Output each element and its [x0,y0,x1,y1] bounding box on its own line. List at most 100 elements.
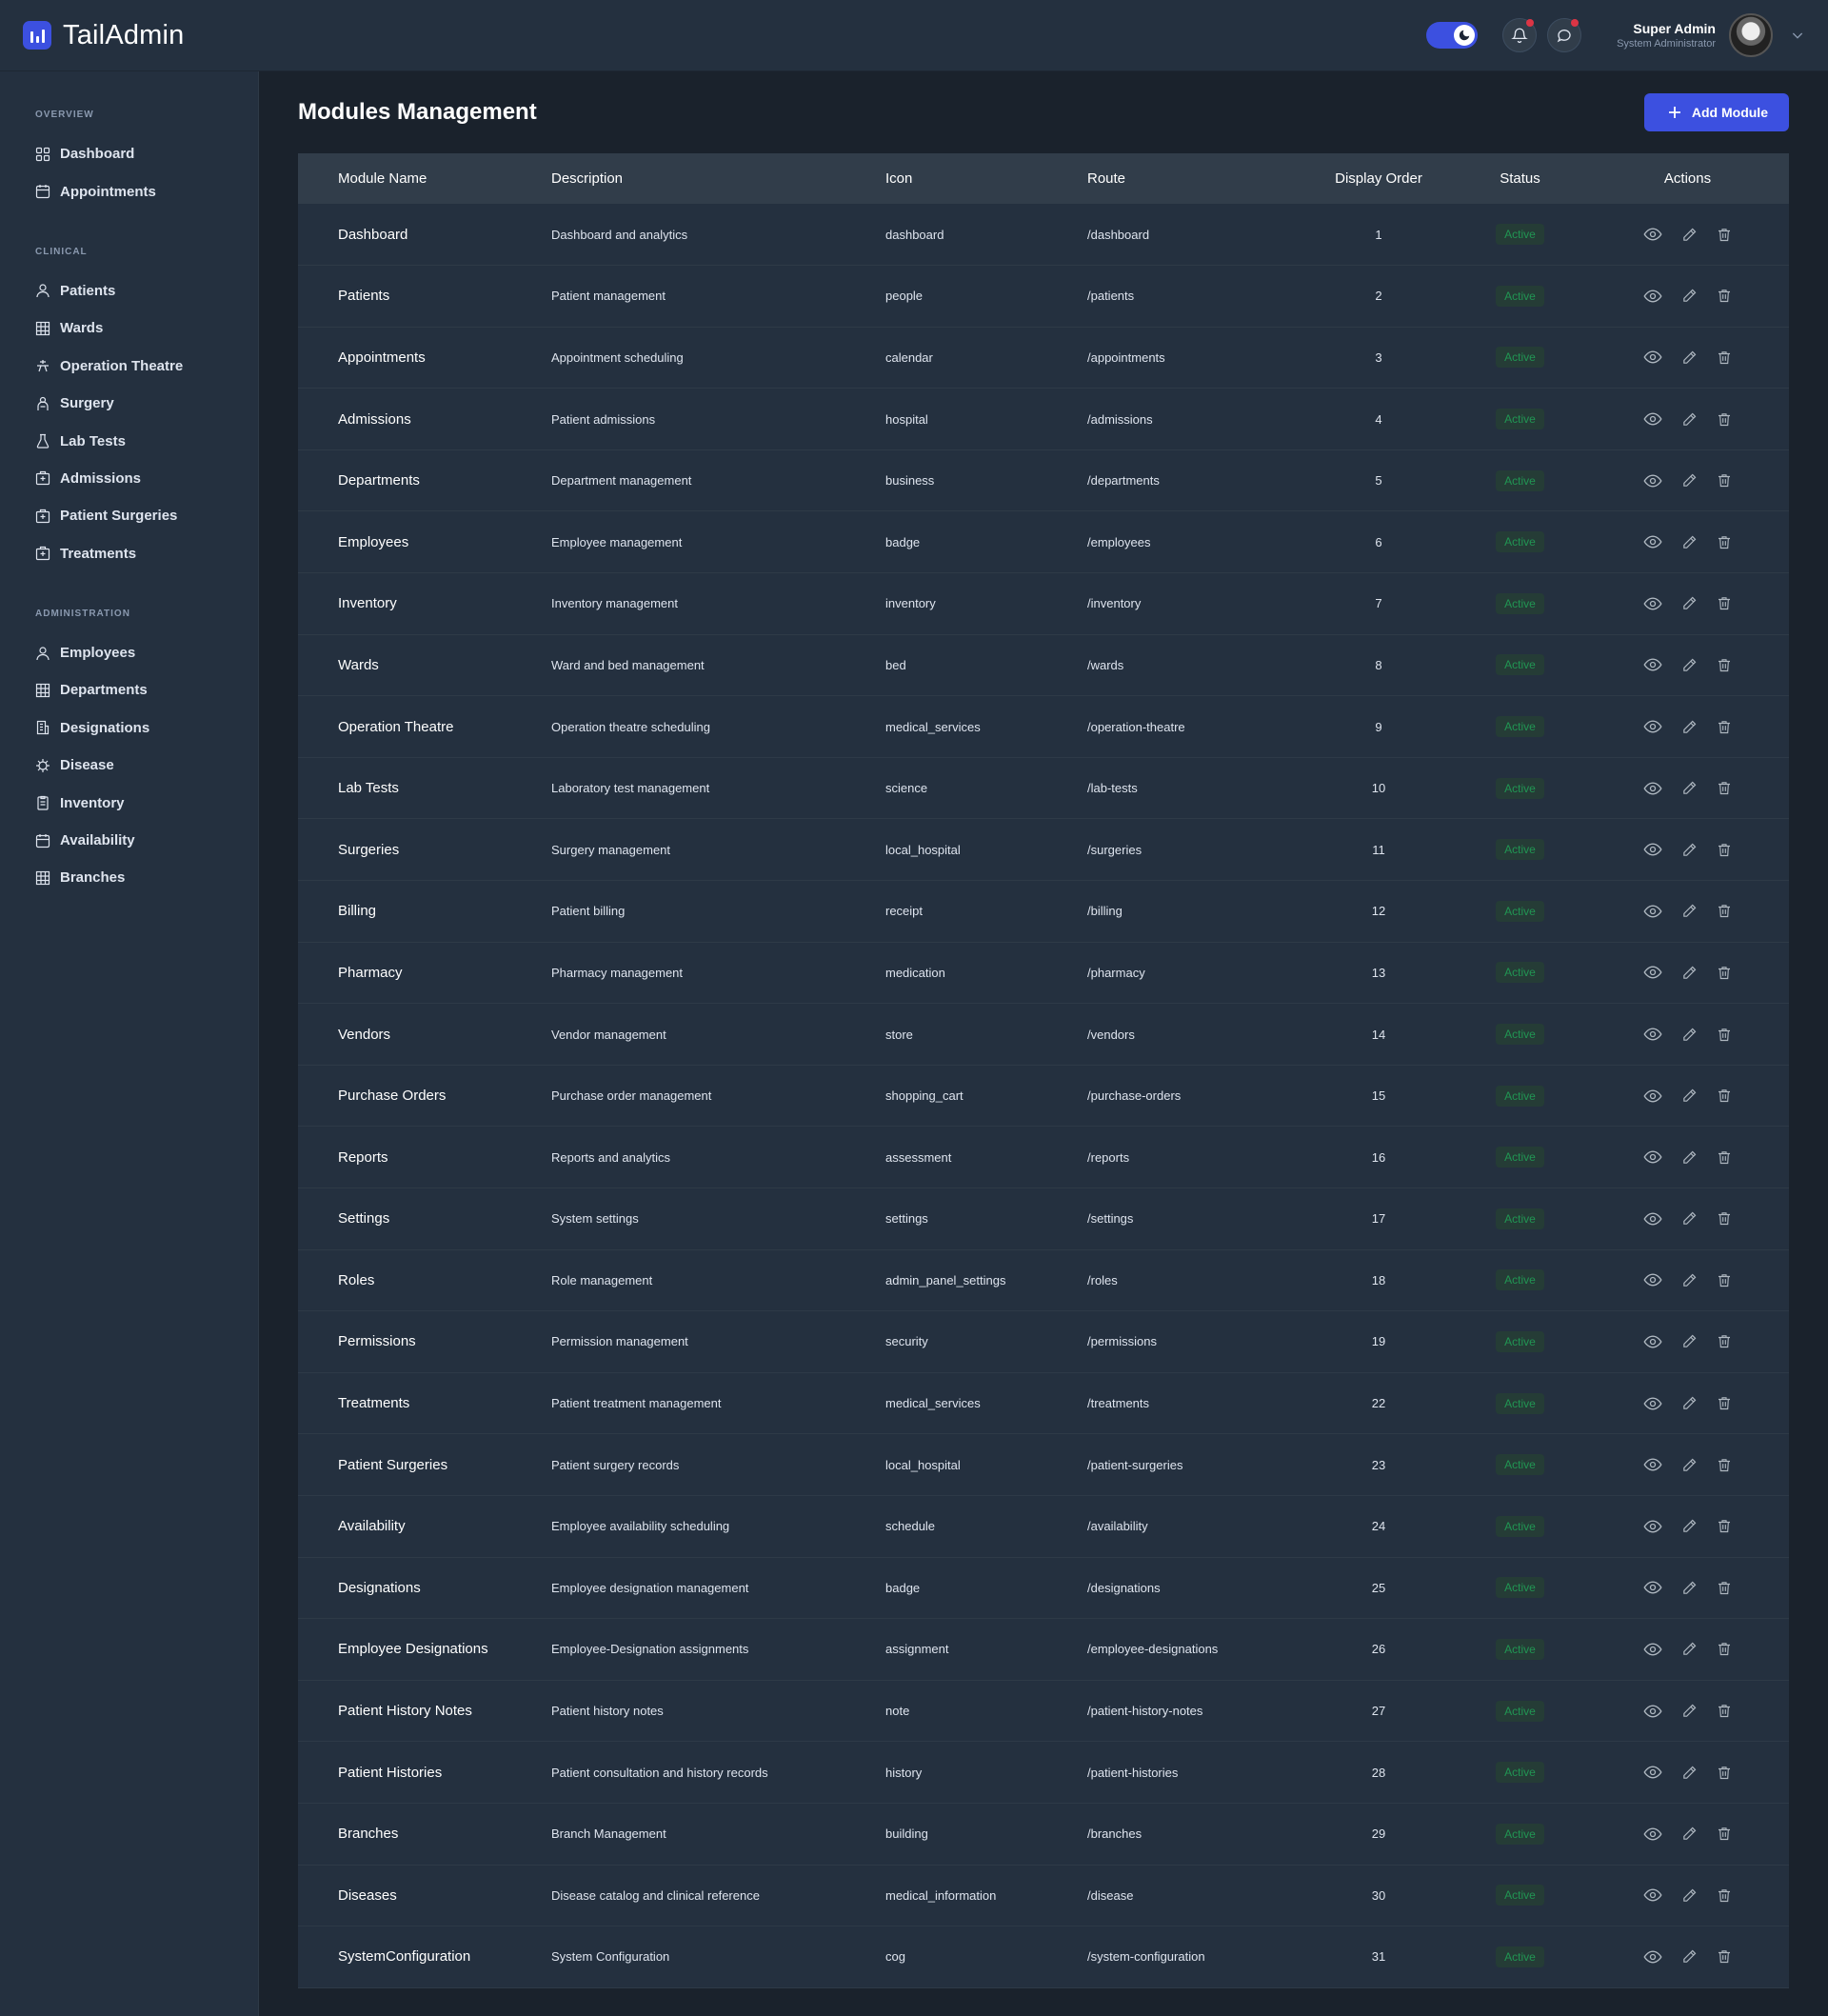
sidebar-item-availability[interactable]: Availability [0,822,258,859]
delete-icon[interactable] [1717,657,1732,673]
edit-icon[interactable] [1681,842,1698,858]
sidebar-item-branches[interactable]: Branches [0,859,258,896]
sidebar-item-employees[interactable]: Employees [0,634,258,671]
delete-icon[interactable] [1717,1333,1732,1349]
table-row[interactable]: Branches Branch Management building/branch… [298,1803,1789,1866]
edit-icon[interactable] [1681,1210,1698,1227]
table-row[interactable]: Appointments Appointment scheduling calend… [298,327,1789,389]
table-row[interactable]: Employee Designations Employee-Designatio… [298,1618,1789,1681]
view-icon[interactable] [1643,532,1662,551]
view-icon[interactable] [1643,1455,1662,1474]
sidebar-item-inventory[interactable]: Inventory [0,784,258,821]
table-row[interactable]: Pharmacy Pharmacy management medication/ph… [298,942,1789,1005]
view-icon[interactable] [1643,963,1662,982]
table-row[interactable]: Designations Employee designation managem… [298,1557,1789,1620]
edit-icon[interactable] [1681,227,1698,243]
delete-icon[interactable] [1717,903,1732,919]
edit-icon[interactable] [1681,1948,1698,1965]
chevron-down-icon[interactable] [1790,28,1805,43]
column-header-module-name[interactable]: Module Name [298,153,551,204]
sidebar-item-admissions[interactable]: Admissions [0,460,258,497]
logo[interactable]: TailAdmin [23,20,185,51]
view-icon[interactable] [1643,409,1662,429]
column-header-icon[interactable]: Icon [885,153,1087,204]
view-icon[interactable] [1643,225,1662,244]
table-row[interactable]: Reports Reports and analytics assessment/r… [298,1126,1789,1188]
table-row[interactable]: Wards Ward and bed management bed/wards 8 Ac… [298,634,1789,697]
edit-icon[interactable] [1681,1887,1698,1904]
edit-icon[interactable] [1681,534,1698,550]
edit-icon[interactable] [1681,657,1698,673]
delete-icon[interactable] [1717,1765,1732,1781]
delete-icon[interactable] [1717,1088,1732,1104]
add-module-button[interactable]: Add Module [1643,93,1789,131]
view-icon[interactable] [1643,655,1662,674]
edit-icon[interactable] [1681,1765,1698,1781]
sidebar-item-designations[interactable]: Designations [0,709,258,747]
table-row[interactable]: Permissions Permission management security… [298,1310,1789,1373]
edit-icon[interactable] [1681,1088,1698,1104]
table-row[interactable]: Patient Histories Patient consultation an… [298,1741,1789,1804]
edit-icon[interactable] [1681,288,1698,304]
view-icon[interactable] [1643,1825,1662,1844]
table-row[interactable]: Admissions Patient admissions hospital/adm… [298,388,1789,450]
view-icon[interactable] [1643,1947,1662,1966]
sidebar-item-patients[interactable]: Patients [0,272,258,309]
delete-icon[interactable] [1717,1149,1732,1166]
table-row[interactable]: Diseases Disease catalog and clinical ref… [298,1865,1789,1927]
table-row[interactable]: Patients Patient management people/patient… [298,265,1789,328]
view-icon[interactable] [1643,594,1662,613]
table-row[interactable]: Surgeries Surgery management local_hospita… [298,818,1789,882]
table-row[interactable]: Lab Tests Laboratory test management scien… [298,757,1789,820]
table-row[interactable]: Treatments Patient treatment management me… [298,1372,1789,1435]
sidebar-item-lab-tests[interactable]: Lab Tests [0,422,258,459]
delete-icon[interactable] [1717,1826,1732,1842]
edit-icon[interactable] [1681,719,1698,735]
view-icon[interactable] [1643,1578,1662,1597]
delete-icon[interactable] [1717,472,1732,489]
edit-icon[interactable] [1681,1641,1698,1657]
delete-icon[interactable] [1717,1272,1732,1288]
table-row[interactable]: Vendors Vendor management store/vendors 14 A… [298,1003,1789,1066]
column-header-description[interactable]: Description [551,153,885,204]
table-row[interactable]: Dashboard Dashboard and analytics dashboar… [298,204,1789,267]
user-menu[interactable]: Super Admin System Administrator [1617,13,1805,57]
view-icon[interactable] [1643,1886,1662,1905]
delete-icon[interactable] [1717,349,1732,366]
table-row[interactable]: SystemConfiguration System Configuration c… [298,1926,1789,1988]
view-icon[interactable] [1643,902,1662,921]
view-icon[interactable] [1643,1270,1662,1289]
edit-icon[interactable] [1681,349,1698,366]
edit-icon[interactable] [1681,1027,1698,1043]
sidebar-item-departments[interactable]: Departments [0,671,258,709]
notification-button[interactable] [1502,18,1538,52]
edit-icon[interactable] [1681,411,1698,428]
view-icon[interactable] [1643,1025,1662,1044]
sidebar-item-appointments[interactable]: Appointments [0,172,258,210]
table-row[interactable]: Employees Employee management badge/employ… [298,510,1789,574]
delete-icon[interactable] [1717,842,1732,858]
sidebar-item-surgery[interactable]: Surgery [0,385,258,422]
edit-icon[interactable] [1681,1826,1698,1842]
delete-icon[interactable] [1717,1887,1732,1904]
delete-icon[interactable] [1717,1210,1732,1227]
table-row[interactable]: Inventory Inventory management inventory/i… [298,572,1789,635]
dark-mode-toggle[interactable] [1426,22,1479,49]
delete-icon[interactable] [1717,288,1732,304]
view-icon[interactable] [1643,287,1662,306]
column-header-route[interactable]: Route [1087,153,1303,204]
sidebar-item-wards[interactable]: Wards [0,309,258,347]
delete-icon[interactable] [1717,1703,1732,1719]
edit-icon[interactable] [1681,1333,1698,1349]
delete-icon[interactable] [1717,534,1732,550]
sidebar-item-operation-theatre[interactable]: Operation Theatre [0,348,258,385]
view-icon[interactable] [1643,471,1662,490]
edit-icon[interactable] [1681,1457,1698,1473]
table-row[interactable]: Availability Employee availability schedu… [298,1495,1789,1558]
delete-icon[interactable] [1717,1948,1732,1965]
delete-icon[interactable] [1717,1518,1732,1534]
avatar[interactable] [1729,13,1773,57]
delete-icon[interactable] [1717,719,1732,735]
view-icon[interactable] [1643,348,1662,367]
view-icon[interactable] [1643,1702,1662,1721]
